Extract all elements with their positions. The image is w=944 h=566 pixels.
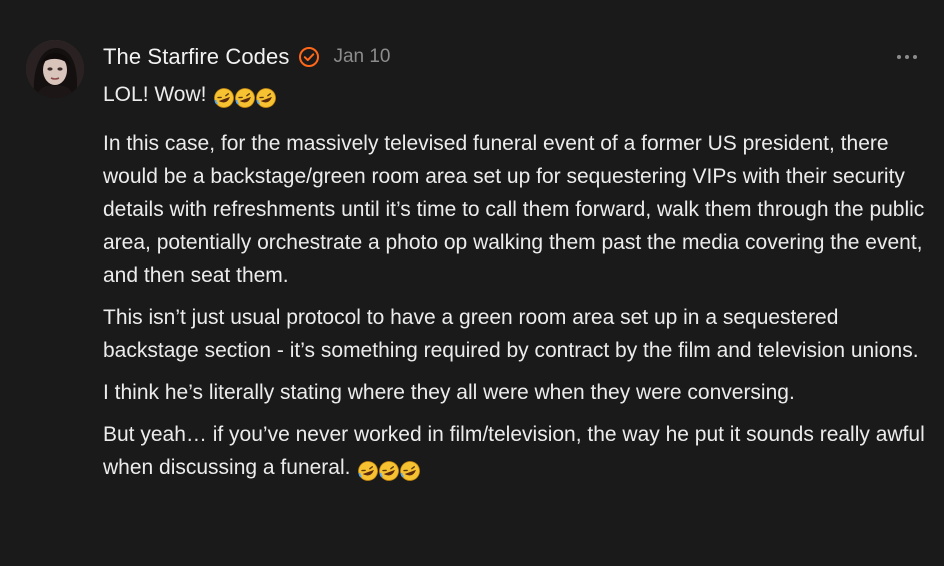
rofl-emoji-group xyxy=(213,81,279,114)
paragraph-5: But yeah… if you’ve never worked in film… xyxy=(103,418,933,487)
rofl-emoji-group xyxy=(357,454,423,487)
paragraph-4: I think he’s literally stating where the… xyxy=(103,381,795,404)
paragraph-5-text: But yeah… if you’ve never worked in film… xyxy=(103,423,925,479)
author-name[interactable]: The Starfire Codes xyxy=(103,44,289,70)
author-avatar[interactable] xyxy=(26,40,84,98)
comment-post: The Starfire Codes Jan 10 LOL! Wow! In t… xyxy=(0,0,944,566)
post-body: LOL! Wow! In this case, for the massivel… xyxy=(103,78,933,496)
paragraph-3: This isn’t just usual protocol to have a… xyxy=(103,306,919,362)
paragraph-2: In this case, for the massively televise… xyxy=(103,132,925,287)
rofl-emoji-icon xyxy=(214,88,277,109)
verified-badge-icon xyxy=(298,46,320,68)
post-header: The Starfire Codes Jan 10 xyxy=(103,40,390,74)
paragraph-1: LOL! Wow! xyxy=(103,78,933,114)
rofl-emoji-icon xyxy=(358,461,421,482)
more-options-icon[interactable] xyxy=(892,46,922,68)
post-date[interactable]: Jan 10 xyxy=(333,46,390,68)
paragraph-1-text: LOL! Wow! xyxy=(103,83,207,106)
